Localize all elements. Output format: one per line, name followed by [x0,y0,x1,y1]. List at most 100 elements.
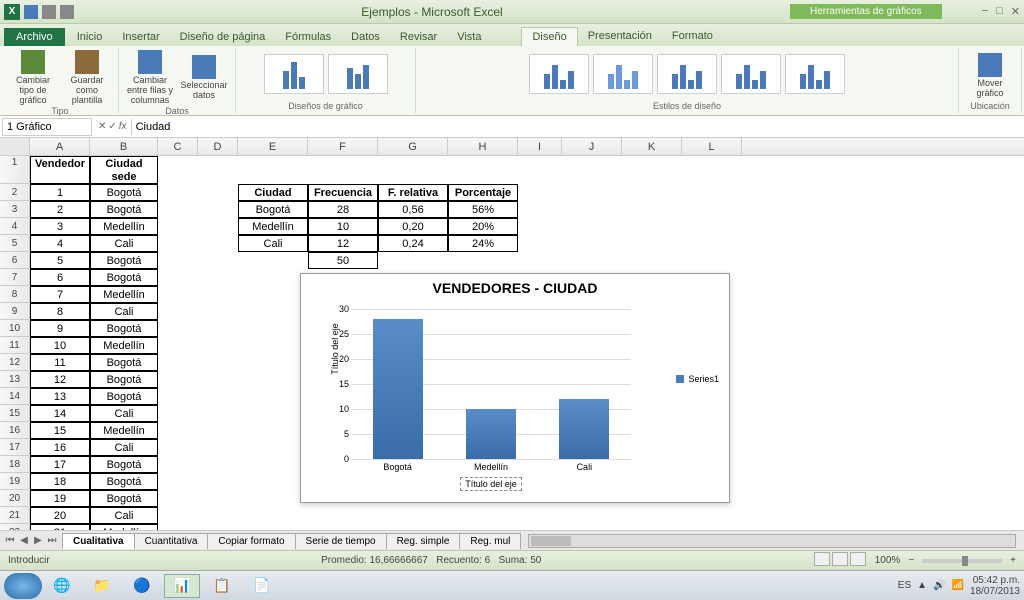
row-header[interactable]: 20 [0,490,30,507]
column-header[interactable]: D [198,138,238,155]
row-header[interactable]: 17 [0,439,30,456]
sheet-tab[interactable]: Reg. simple [386,533,461,549]
undo-icon[interactable] [42,5,56,19]
cell[interactable]: 2 [30,201,90,218]
chart-style-thumb[interactable] [593,54,653,94]
cell[interactable]: Bogotá [90,184,158,201]
column-header[interactable]: A [30,138,90,155]
cell[interactable]: 18 [30,473,90,490]
row-header[interactable]: 9 [0,303,30,320]
chart-bar[interactable] [373,319,423,459]
row-header[interactable]: 3 [0,201,30,218]
chart-object[interactable]: VENDEDORES - CIUDAD Título del eje 05101… [300,273,730,503]
cell[interactable]: Bogotá [90,388,158,405]
cell[interactable]: 11 [30,354,90,371]
chart-legend[interactable]: Series1 [676,374,719,384]
cell[interactable]: Medellín [90,422,158,439]
tab-datos[interactable]: Datos [341,28,390,46]
chart-layout-thumb[interactable] [328,54,388,94]
sheet-tab[interactable]: Cuantitativa [134,533,209,549]
change-chart-type-button[interactable]: Cambiar tipo de gráfico [8,50,58,106]
cell[interactable]: Bogotá [90,490,158,507]
tab-diseno-pagina[interactable]: Diseño de página [170,28,276,46]
column-header[interactable]: C [158,138,198,155]
volume-icon[interactable]: 🔊 [933,580,945,591]
row-header[interactable]: 5 [0,235,30,252]
cell[interactable]: Bogotá [90,354,158,371]
app-icon[interactable]: 📋 [204,574,240,598]
column-header[interactable]: E [238,138,308,155]
row-header[interactable]: 8 [0,286,30,303]
row-header[interactable]: 11 [0,337,30,354]
column-header[interactable]: G [378,138,448,155]
cell[interactable]: 0,20 [378,218,448,235]
cell[interactable]: Bogotá [90,371,158,388]
cell[interactable]: Bogotá [90,320,158,337]
cell[interactable]: 19 [30,490,90,507]
zoom-out-icon[interactable]: − [908,555,914,566]
row-header[interactable]: 2 [0,184,30,201]
maximize-button[interactable]: □ [996,5,1003,18]
cell[interactable]: 10 [308,218,378,235]
save-icon[interactable] [24,5,38,19]
cell[interactable]: Medellín [238,218,308,235]
cell[interactable]: Medellín [90,286,158,303]
tab-vista[interactable]: Vista [447,28,491,46]
zoom-in-icon[interactable]: + [1010,555,1016,566]
cell[interactable]: 14 [30,405,90,422]
tray-up-icon[interactable]: ▲ [917,580,927,591]
row-header[interactable]: 7 [0,269,30,286]
chart-style-thumb[interactable] [785,54,845,94]
tab-revisar[interactable]: Revisar [390,28,447,46]
cell[interactable]: Vendedor [30,156,90,184]
tab-formulas[interactable]: Fórmulas [275,28,341,46]
explorer-icon[interactable]: 📁 [84,574,120,598]
column-header[interactable]: B [90,138,158,155]
cell[interactable]: Cali [90,303,158,320]
chart-x-axis-title[interactable]: Título del eje [351,479,631,489]
select-data-button[interactable]: Seleccionar datos [179,55,229,101]
cell[interactable]: 28 [308,201,378,218]
sheet-nav-prev-icon[interactable]: ◀ [18,535,30,546]
cell[interactable]: Bogotá [90,456,158,473]
cell[interactable]: 12 [30,371,90,388]
cell[interactable]: 0,24 [378,235,448,252]
cell[interactable]: Medellín [90,337,158,354]
row-header[interactable]: 16 [0,422,30,439]
row-header[interactable]: 15 [0,405,30,422]
start-button-icon[interactable] [4,573,42,599]
cell[interactable]: 24% [448,235,518,252]
app-icon[interactable]: 📄 [244,574,280,598]
cell[interactable]: 20% [448,218,518,235]
switch-row-col-button[interactable]: Cambiar entre filas y columnas [125,50,175,106]
chart-style-thumb[interactable] [529,54,589,94]
minimize-button[interactable]: − [982,5,988,18]
chart-style-thumb[interactable] [721,54,781,94]
cancel-icon[interactable]: ✕ [98,121,106,132]
chrome-icon[interactable]: 🔵 [124,574,160,598]
column-header[interactable]: L [682,138,742,155]
cell[interactable]: 3 [30,218,90,235]
cell[interactable]: Cali [90,405,158,422]
cell[interactable]: 56% [448,201,518,218]
sheet-tab[interactable]: Cualitativa [62,533,135,549]
cell[interactable]: Ciudad sede [90,156,158,184]
row-header[interactable]: 13 [0,371,30,388]
move-chart-button[interactable]: Mover gráfico [965,53,1015,99]
view-buttons[interactable] [813,552,867,569]
cell[interactable]: 7 [30,286,90,303]
redo-icon[interactable] [60,5,74,19]
sheet-nav-next-icon[interactable]: ▶ [32,535,44,546]
cell[interactable]: 8 [30,303,90,320]
tab-inicio[interactable]: Inicio [67,28,113,46]
column-header[interactable]: J [562,138,622,155]
column-header[interactable]: H [448,138,518,155]
save-as-template-button[interactable]: Guardar como plantilla [62,50,112,106]
horizontal-scrollbar[interactable] [528,534,1016,548]
cell[interactable]: Cali [90,235,158,252]
cell[interactable]: Medellín [90,218,158,235]
cell[interactable]: 15 [30,422,90,439]
select-all-corner[interactable] [0,138,30,155]
row-header[interactable]: 22 [0,524,30,530]
zoom-level[interactable]: 100% [875,555,901,566]
